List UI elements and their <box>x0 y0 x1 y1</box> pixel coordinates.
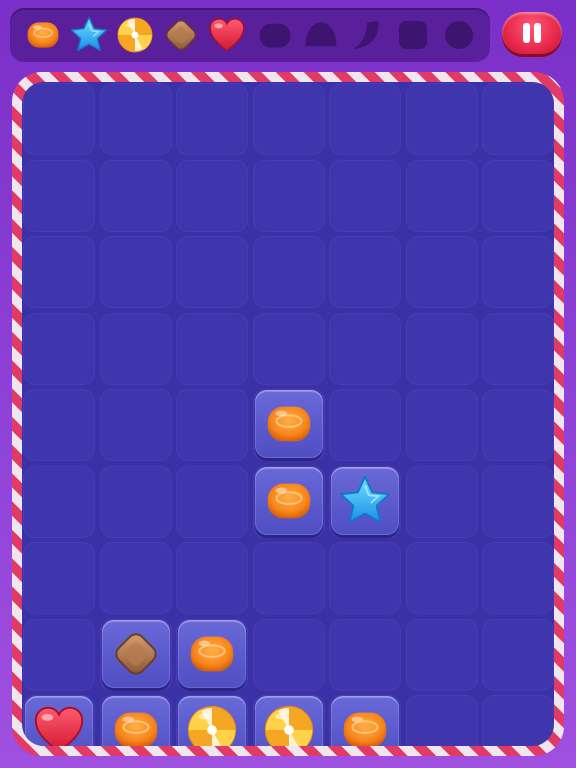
board-cell[interactable] <box>252 236 325 308</box>
board-cell[interactable] <box>99 83 172 155</box>
pause-button[interactable] <box>502 12 562 54</box>
board-cell[interactable] <box>329 159 401 232</box>
board-cell[interactable] <box>176 236 248 308</box>
red-heart-candy-tile[interactable] <box>25 696 93 746</box>
circle-silhouette-target-icon <box>438 14 480 56</box>
board-cell[interactable] <box>99 465 172 538</box>
board-cell[interactable] <box>482 236 554 308</box>
board-cell[interactable] <box>176 312 248 385</box>
swirl-lollipop-target-icon <box>114 14 156 56</box>
board-cell[interactable] <box>482 159 554 232</box>
board-cell[interactable] <box>99 389 172 461</box>
orange-jelly-target-icon <box>22 14 64 56</box>
board-cell[interactable] <box>482 83 554 155</box>
orange-jelly-icon <box>267 406 310 442</box>
board-cell[interactable] <box>176 389 248 461</box>
board-cell[interactable] <box>252 618 325 691</box>
board-cell[interactable] <box>176 159 248 232</box>
board-cell[interactable] <box>252 83 325 155</box>
orange-jelly-icon <box>114 712 157 746</box>
board-cell[interactable] <box>23 542 95 614</box>
board-cell[interactable] <box>482 542 554 614</box>
board-cell[interactable] <box>482 618 554 691</box>
orange-jelly-candy-tile[interactable] <box>254 466 323 535</box>
board-cell[interactable] <box>176 83 248 155</box>
board-cell[interactable] <box>252 312 325 385</box>
board-cell[interactable] <box>482 695 554 746</box>
target-candies-bar <box>10 8 490 62</box>
caramel-diamond-icon <box>114 632 157 675</box>
swirl-lollipop-candy-tile[interactable] <box>254 696 323 746</box>
swirl-lollipop-icon <box>187 705 237 746</box>
board-cell[interactable] <box>252 542 325 614</box>
board-cell[interactable] <box>176 465 248 538</box>
red-heart-target-icon <box>206 14 248 56</box>
board-cell[interactable] <box>405 83 478 155</box>
board-cell[interactable] <box>23 159 95 232</box>
board-cell[interactable] <box>329 236 401 308</box>
swirl-lollipop-icon <box>264 705 313 746</box>
board-cell[interactable] <box>405 465 478 538</box>
board-cell[interactable] <box>405 695 478 746</box>
game-board[interactable] <box>22 82 554 746</box>
board-cell[interactable] <box>252 159 325 232</box>
board-cell[interactable] <box>482 465 554 538</box>
orange-jelly-icon <box>190 636 234 671</box>
board-cell[interactable] <box>99 542 172 614</box>
swirl-lollipop-candy-tile[interactable] <box>178 696 246 746</box>
board-cell[interactable] <box>329 542 401 614</box>
board-cell[interactable] <box>405 542 478 614</box>
pause-icon-bar <box>534 23 541 43</box>
orange-jelly-icon <box>267 483 310 518</box>
red-heart-icon <box>34 706 84 746</box>
rounded-blob-silhouette-target-icon <box>254 14 296 56</box>
board-cell[interactable] <box>329 618 401 691</box>
board-cell[interactable] <box>329 389 401 461</box>
orange-jelly-candy-tile[interactable] <box>254 390 323 458</box>
board-cell[interactable] <box>482 389 554 461</box>
board-cell[interactable] <box>23 312 95 385</box>
board-cell[interactable] <box>23 465 95 538</box>
pause-icon <box>523 23 530 43</box>
board-cell[interactable] <box>482 312 554 385</box>
blue-star-candy-tile[interactable] <box>331 466 399 535</box>
board-cell[interactable] <box>23 83 95 155</box>
rounded-square-silhouette-target-icon <box>392 14 434 56</box>
board-cell[interactable] <box>405 312 478 385</box>
board-cell[interactable] <box>99 236 172 308</box>
orange-jelly-candy-tile[interactable] <box>178 619 246 688</box>
board-cell[interactable] <box>405 618 478 691</box>
caramel-diamond-candy-tile[interactable] <box>101 619 170 688</box>
orange-jelly-icon <box>343 712 387 746</box>
board-cell[interactable] <box>329 312 401 385</box>
dome-silhouette-target-icon <box>300 14 342 56</box>
board-cell[interactable] <box>405 159 478 232</box>
orange-jelly-candy-tile[interactable] <box>331 696 399 746</box>
blue-star-target-icon <box>68 14 110 56</box>
crescent-silhouette-target-icon <box>346 14 388 56</box>
board-cell[interactable] <box>23 389 95 461</box>
blue-star-icon <box>339 475 391 523</box>
board-cell[interactable] <box>99 312 172 385</box>
board-cell[interactable] <box>405 389 478 461</box>
board-cell[interactable] <box>176 542 248 614</box>
board-cell[interactable] <box>23 236 95 308</box>
caramel-diamond-target-icon <box>160 14 202 56</box>
board-cell[interactable] <box>99 159 172 232</box>
board-cell[interactable] <box>329 83 401 155</box>
orange-jelly-candy-tile[interactable] <box>101 696 170 746</box>
board-cell[interactable] <box>405 236 478 308</box>
board-cell[interactable] <box>23 618 95 691</box>
